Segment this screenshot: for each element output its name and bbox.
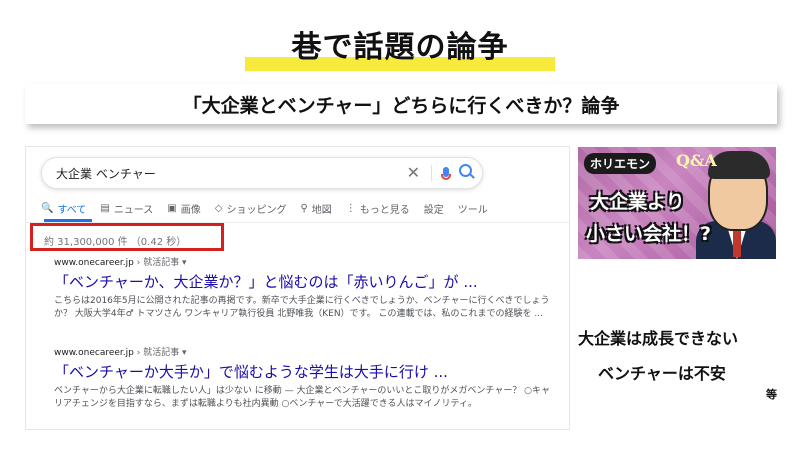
subtitle: 「大企業とベンチャー」どちらに行くべきか？論争	[182, 94, 620, 117]
result-snippet: こちらは2016年5月に公開された記事の再掲です。新卒で大手企業に行くべきでしょ…	[54, 296, 550, 319]
search-result: www.onecareer.jp › 就活記事 ▾ 「ベンチャーか大手か」で悩む…	[54, 345, 554, 411]
thumbnail-caption-line2: 小さい会社！?	[586, 223, 712, 245]
title-wrap: 巷で話題の論争	[0, 22, 800, 66]
result-domain: www.onecareer.jp	[54, 348, 134, 358]
microphone-icon[interactable]	[441, 167, 451, 180]
search-result: www.onecareer.jp › 就活記事 ▾ 「ベンチャーか、大企業か？」…	[54, 255, 554, 321]
more-vertical-icon: ⋮	[345, 203, 356, 214]
tab-maps[interactable]: ⚲ 地図	[300, 201, 331, 216]
tie-shape	[733, 229, 741, 257]
tab-label: ショッピング	[226, 205, 287, 216]
map-pin-icon: ⚲	[300, 203, 308, 214]
search-results-screenshot: 大企業 ベンチャー ✕ 🔍 すべて ▤ ニュース ▣ 画像 ◇ ショッピング ⚲…	[25, 146, 570, 430]
search-icon: 🔍	[41, 203, 54, 214]
tab-more[interactable]: ⋮ もっと見る	[346, 201, 410, 216]
tab-label: すべて	[57, 205, 87, 216]
tab-news[interactable]: ▤ ニュース	[100, 201, 153, 216]
image-icon: ▣	[167, 203, 177, 214]
page-title: 巷で話題の論争	[291, 30, 509, 65]
result-domain: www.onecareer.jp	[54, 258, 134, 268]
search-query: 大企業 ベンチャー	[56, 167, 156, 181]
tag-icon: ◇	[214, 203, 223, 214]
subtitle-box: 「大企業とベンチャー」どちらに行くべきか？論争	[25, 84, 777, 124]
tab-label: 地図	[311, 205, 332, 216]
caricature-hair	[708, 151, 770, 179]
thumbnail-caption-line1: 大企業より	[590, 191, 685, 213]
tab-shopping[interactable]: ◇ ショッピング	[215, 201, 287, 216]
searchbox-divider	[431, 165, 432, 181]
result-breadcrumb: › 就活記事 ▾	[136, 348, 187, 358]
tab-settings[interactable]: 設定	[424, 201, 444, 216]
search-input[interactable]: 大企業 ベンチャー ✕	[41, 157, 483, 189]
tab-images[interactable]: ▣ 画像	[167, 201, 200, 216]
search-icon[interactable]	[459, 164, 472, 177]
tab-all[interactable]: 🔍 すべて	[41, 201, 86, 216]
tab-label: ニュース	[113, 205, 154, 216]
tab-label: もっと見る	[359, 205, 410, 216]
search-tabs: 🔍 すべて ▤ ニュース ▣ 画像 ◇ ショッピング ⚲ 地図 ⋮ もっと見る …	[41, 201, 559, 216]
close-icon[interactable]: ✕	[407, 163, 420, 182]
opinion-line: 大企業は成長できない	[578, 329, 739, 348]
thumbnail-brand: ホリエモン	[584, 153, 657, 174]
result-snippet: ベンチャーから大企業に転職したい人」は少ない に移動 — 大企業とベンチャーのい…	[54, 386, 551, 409]
opinion-line: ベンチャーは不安	[598, 364, 726, 383]
result-title[interactable]: 「ベンチャーか大手か」で悩むような学生は大手に行け ...	[54, 361, 554, 382]
news-icon: ▤	[100, 203, 110, 214]
tab-label: 設定	[423, 205, 444, 216]
result-url[interactable]: www.onecareer.jp › 就活記事 ▾	[54, 345, 554, 358]
tab-label: 画像	[180, 205, 201, 216]
tab-label: ツール	[457, 205, 488, 216]
result-breadcrumb: › 就活記事 ▾	[136, 258, 187, 268]
highlight-box	[30, 223, 224, 251]
thumbnail-qa-logo: Q&A	[676, 151, 717, 170]
result-url[interactable]: www.onecareer.jp › 就活記事 ▾	[54, 255, 554, 268]
etc-label: 等	[766, 388, 777, 401]
video-thumbnail: ホリエモン Q&A 大企業より 小さい会社！?	[578, 147, 776, 259]
tab-tools[interactable]: ツール	[458, 201, 488, 216]
result-title[interactable]: 「ベンチャーか、大企業か？」と悩むのは「赤いりんご」が ...	[54, 271, 554, 292]
